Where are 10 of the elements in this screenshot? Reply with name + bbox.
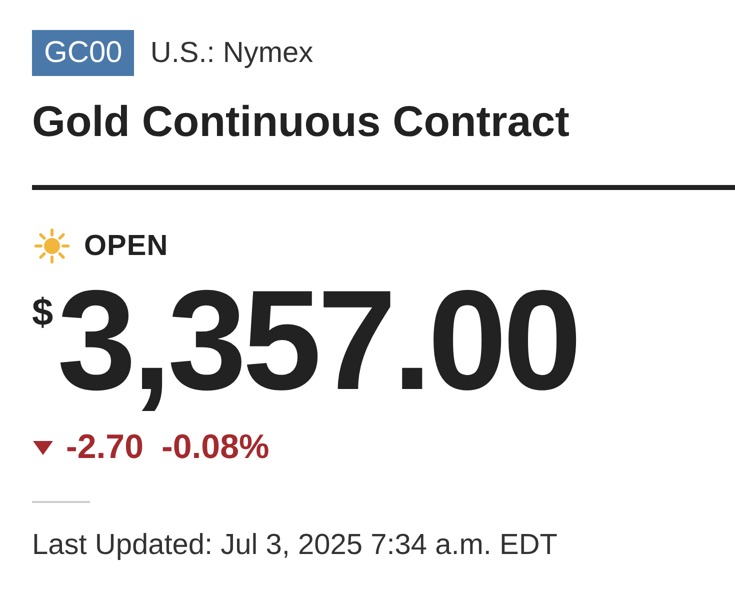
- percent-change: -0.08%: [162, 428, 270, 467]
- price-value: 3,357.00: [57, 270, 578, 412]
- price-change: -2.70: [66, 428, 144, 467]
- exchange-label: U.S.: Nymex: [150, 36, 314, 70]
- instrument-title: Gold Continuous Contract: [32, 98, 570, 147]
- market-status: OPEN: [84, 230, 168, 262]
- currency-symbol: $: [32, 292, 54, 335]
- symbol-badge: GC00: [32, 30, 134, 76]
- sun-icon: [32, 226, 72, 266]
- last-updated: Last Updated: Jul 3, 2025 7:34 a.m. EDT: [32, 529, 559, 562]
